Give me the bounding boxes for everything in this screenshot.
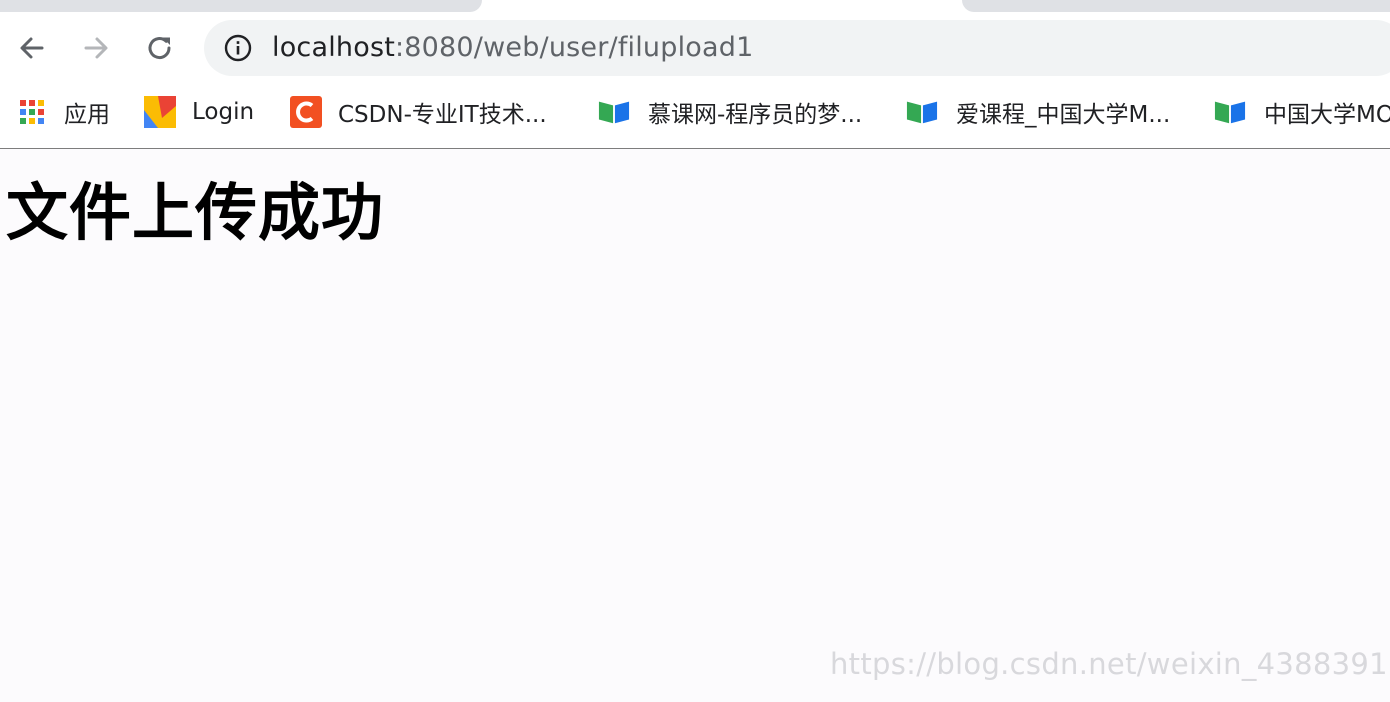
page-content: 文件上传成功 https://blog.csdn.net/weixin_4388…	[0, 149, 1390, 702]
book-icon	[598, 96, 630, 128]
url-text[interactable]: localhost:8080/web/user/filupload1	[272, 32, 753, 64]
watermark: https://blog.csdn.net/weixin_43883917	[830, 647, 1390, 681]
tab-right[interactable]	[962, 0, 1390, 12]
bookmark-icourse[interactable]: 爱课程_中国大学M...	[906, 96, 1170, 128]
address-bar[interactable]: localhost:8080/web/user/filupload1	[204, 20, 1390, 76]
url-host: localhost	[272, 32, 395, 63]
info-icon[interactable]	[224, 34, 252, 62]
browser-toolbar: localhost:8080/web/user/filupload1	[0, 14, 1390, 86]
csdn-logo-icon	[290, 96, 322, 128]
bookmark-csdn[interactable]: CSDN-专业IT技术...	[290, 96, 547, 128]
bookmark-label: 慕课网-程序员的梦...	[648, 102, 863, 128]
book-icon	[906, 96, 938, 128]
bookmark-label: 爱课程_中国大学M...	[956, 102, 1171, 128]
bookmark-imooc[interactable]: 慕课网-程序员的梦...	[598, 96, 862, 128]
tab-strip	[0, 0, 1390, 14]
arrow-right-icon	[84, 37, 108, 59]
arrow-left-icon	[20, 37, 44, 59]
bookmark-label: CSDN-专业IT技术...	[338, 102, 547, 128]
reload-button[interactable]	[140, 28, 180, 68]
apps-grid-icon	[16, 96, 48, 128]
book-icon	[1214, 96, 1246, 128]
url-path: :8080/web/user/filupload1	[395, 32, 754, 63]
forward-button[interactable]	[76, 28, 116, 68]
back-button[interactable]	[12, 28, 52, 68]
tab-left[interactable]	[0, 0, 482, 12]
reload-icon	[148, 37, 171, 60]
bookmarks-bar: 应用 Login CSDN-专业IT技术... 慕课网-程序员的梦... 爱课程…	[0, 86, 1390, 149]
bookmark-login[interactable]: Login	[144, 96, 254, 128]
bookmark-label: 应用	[64, 102, 110, 128]
bookmark-mooc[interactable]: 中国大学MO	[1214, 96, 1390, 128]
login-logo-icon	[144, 96, 176, 128]
bookmark-apps[interactable]: 应用	[16, 96, 110, 128]
bookmark-label: Login	[192, 99, 255, 125]
bookmark-label: 中国大学MO	[1264, 102, 1390, 128]
page-title: 文件上传成功	[6, 176, 385, 249]
